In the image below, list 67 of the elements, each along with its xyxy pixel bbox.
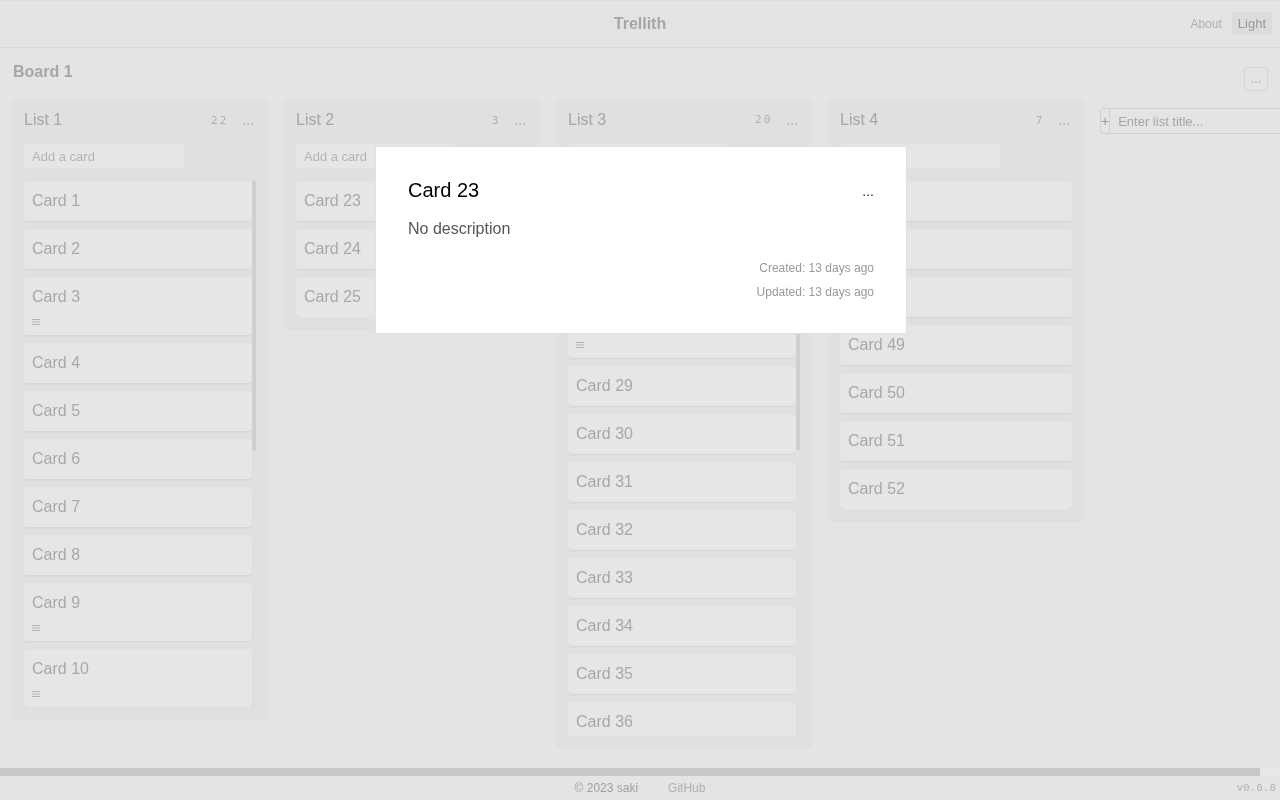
card-title: Card 3 [32,287,82,307]
card[interactable]: Card 49 [840,325,1072,365]
list-title: List 2 [296,111,336,129]
card-title: Card 6 [32,449,82,469]
list-menu-button[interactable]: ... [512,112,528,128]
card-title: Card 49 [848,335,906,355]
updated-date: Updated: 13 days ago [755,284,874,301]
card-title: Card 36 [576,712,634,733]
card[interactable]: Card 36 [568,702,796,736]
card-title: Card 10 [32,659,90,679]
list-menu-button[interactable]: ... [784,111,800,128]
card-title: Card 34 [576,616,634,637]
card[interactable]: Card 1 [24,181,252,221]
card-title: Card 8 [32,545,82,565]
card-title: Card 50 [848,383,906,403]
card[interactable]: Card 3 [24,277,252,335]
card[interactable]: Card 52 [840,469,1072,509]
card-title: Card 51 [848,431,906,451]
card[interactable]: Card 31 [568,462,796,503]
card[interactable]: Card 35 [568,654,796,695]
card-title: Card 9 [32,593,82,613]
created-date: Created: 13 days ago [758,260,874,277]
card[interactable]: Card 29 [568,366,796,407]
app-title: Trellith [613,15,667,33]
list-menu-button[interactable]: ... [240,112,256,128]
add-list-button[interactable]: + [1100,108,1111,134]
card-title: Card 52 [848,479,906,499]
card-title: Card 23 [304,191,362,211]
card-title: Card 7 [32,497,82,517]
card-title: Card 2 [32,239,82,259]
dialog-title: Card 23 [408,179,480,202]
card-title: Card 1 [32,191,82,211]
card[interactable]: Card 9 [24,583,252,641]
dialog-menu-button[interactable]: ... [862,182,874,199]
card[interactable]: Card 2 [24,229,252,269]
card[interactable]: Card 7 [24,487,252,527]
board-menu-button[interactable]: ... [1244,67,1268,91]
card[interactable]: Card 10 [24,649,252,707]
card[interactable]: Card 32 [568,510,796,551]
card-title: Card 5 [32,401,82,421]
card-title: Card 4 [32,353,82,373]
card-title: Card 29 [576,376,634,397]
card[interactable]: Card 5 [24,391,252,431]
card[interactable]: Card 51 [840,421,1072,461]
card-title: Card 30 [576,424,634,445]
card-title: Card 33 [576,568,634,589]
card[interactable]: Card 30 [568,414,796,455]
list-title-field[interactable]: Enter list title... [1110,108,1280,134]
list-title: List 1 [24,111,64,129]
card[interactable]: Card 34 [568,606,796,647]
theme-button[interactable]: Light [1231,12,1272,35]
copyright-text: © 2023 saki [574,781,639,795]
card[interactable]: Card 4 [24,343,252,383]
list-title: List 4 [840,111,880,129]
list-menu-button[interactable]: ... [1056,112,1072,128]
card[interactable]: Card 6 [24,439,252,479]
card[interactable]: Card 8 [24,535,252,575]
card-title: Card 32 [576,520,634,541]
board-title: Board 1 [13,63,73,81]
card-title: Card 25 [304,287,362,307]
card[interactable]: Card 33 [568,558,796,599]
card-title: Card 31 [576,472,634,493]
card-title: Card 24 [304,239,362,259]
card-title: Card 35 [576,664,634,685]
list-title: List 3 [568,110,608,129]
card-description: No description [408,220,512,238]
card[interactable]: Card 50 [840,373,1072,413]
